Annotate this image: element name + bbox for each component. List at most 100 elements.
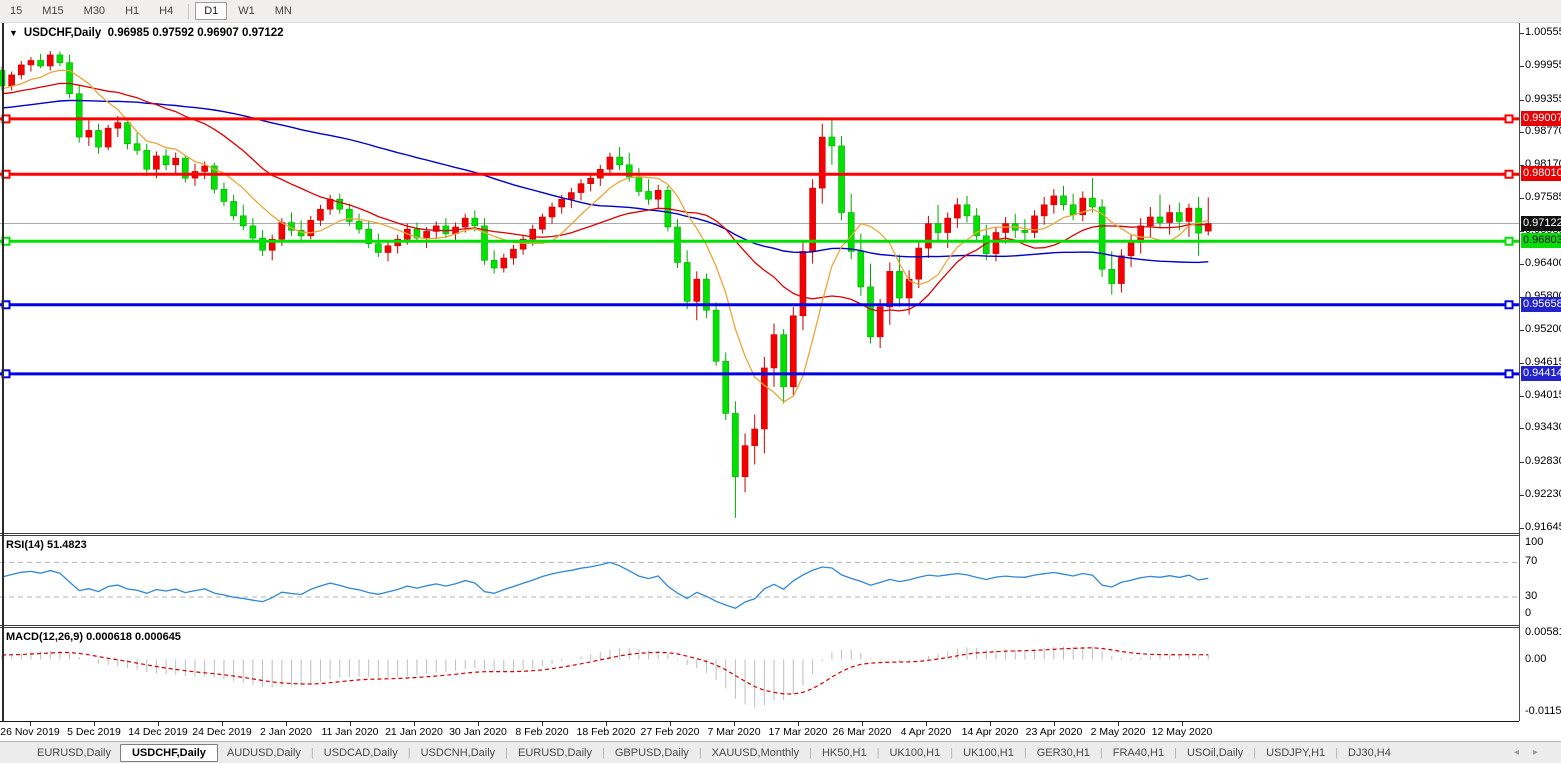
rsi-value: 51.4823 bbox=[46, 539, 87, 551]
macd-pane[interactable] bbox=[0, 628, 1519, 721]
price-tick-mark bbox=[1520, 462, 1524, 463]
price-badge-0.99007: 0.99007 bbox=[1521, 111, 1561, 126]
tab-hk50h1[interactable]: HK50,H1 bbox=[813, 745, 876, 761]
tab-scroll-right-icon[interactable]: ▸ bbox=[1526, 747, 1545, 758]
line-handle[interactable] bbox=[1504, 236, 1514, 246]
timeframe-button-h4[interactable]: H4 bbox=[150, 2, 182, 20]
indicator-axis-label: 70 bbox=[1525, 555, 1538, 567]
line-handle[interactable] bbox=[1504, 369, 1514, 379]
price-tick-label: 0.92830 bbox=[1525, 455, 1561, 467]
indicator-axis-label: 0.00 bbox=[1525, 653, 1547, 665]
price-tick-mark bbox=[1520, 264, 1524, 265]
indicator-axis-label: 0 bbox=[1525, 607, 1532, 619]
date-label: 17 Mar 2020 bbox=[768, 726, 828, 738]
price-tick-mark bbox=[1520, 231, 1524, 232]
price-tick-label: 0.99355 bbox=[1525, 93, 1561, 105]
price-tick-mark bbox=[1520, 198, 1524, 199]
macd-label: MACD(12,26,9) 0.000618 0.000645 bbox=[6, 631, 181, 643]
main-chart-pane[interactable] bbox=[0, 22, 1519, 533]
tab-scroll-nav: ◂ ▸ bbox=[1507, 747, 1561, 758]
line-handle[interactable] bbox=[1504, 169, 1514, 179]
price-badge-0.98010: 0.98010 bbox=[1521, 166, 1561, 181]
indicator-axis-label: 30 bbox=[1525, 590, 1538, 602]
tab-eurusddaily[interactable]: EURUSD,Daily bbox=[509, 745, 601, 761]
tab-usdchfdaily[interactable]: USDCHF,Daily bbox=[119, 743, 218, 762]
timeframe-button-mn[interactable]: MN bbox=[266, 2, 301, 20]
macd-signal-line bbox=[1, 647, 1209, 695]
tab-audusddaily[interactable]: AUDUSD,Daily bbox=[218, 745, 310, 761]
timeframe-toolbar: 15 M15 M30 H1 H4 D1 W1 MN bbox=[0, 0, 1561, 23]
price-tick-label: 0.92230 bbox=[1525, 488, 1561, 500]
tab-xauusdmonthly[interactable]: XAUUSD,Monthly bbox=[703, 745, 808, 761]
tab-uk100h1[interactable]: UK100,H1 bbox=[880, 745, 949, 761]
indicator-axis-label: 100 bbox=[1525, 536, 1544, 548]
date-label: 27 Feb 2020 bbox=[640, 726, 700, 738]
price-tick-mark bbox=[1520, 396, 1524, 397]
tab-uk100h1[interactable]: UK100,H1 bbox=[954, 745, 1023, 761]
toolbar-separator bbox=[188, 3, 190, 19]
date-axis[interactable]: 26 Nov 2019 5 Dec 2019 14 Dec 2019 24 Dec 2… bbox=[0, 721, 1519, 742]
price-tick-mark bbox=[1520, 330, 1524, 331]
date-label: 23 Apr 2020 bbox=[1025, 726, 1083, 738]
line-handle[interactable] bbox=[1504, 300, 1514, 310]
price-tick-mark bbox=[1520, 100, 1524, 101]
date-label: 4 Apr 2020 bbox=[900, 726, 952, 738]
price-tick-label: 0.91645 bbox=[1525, 521, 1561, 533]
price-badge-0.94414: 0.94414 bbox=[1521, 366, 1561, 381]
timeframe-button-15[interactable]: 15 bbox=[1, 2, 31, 20]
ma-slow-line bbox=[1, 99, 1209, 264]
price-tick-label: 0.99955 bbox=[1525, 59, 1561, 71]
tab-usoildaily[interactable]: USOil,Daily bbox=[1178, 745, 1252, 761]
tab-gbpusddaily[interactable]: GBPUSD,Daily bbox=[606, 745, 698, 761]
line-handle[interactable] bbox=[1504, 114, 1514, 124]
date-label: 2 May 2020 bbox=[1090, 726, 1146, 738]
timeframe-button-h1[interactable]: H1 bbox=[116, 2, 148, 20]
timeframe-button-m30[interactable]: M30 bbox=[75, 2, 114, 20]
price-tick-label: 0.94015 bbox=[1525, 389, 1561, 401]
macd-histogram bbox=[1, 646, 1209, 708]
date-label: 14 Dec 2019 bbox=[128, 726, 188, 738]
price-tick-label: 0.97585 bbox=[1525, 191, 1561, 203]
tab-usdcaddaily[interactable]: USDCAD,Daily bbox=[315, 745, 407, 761]
rsi-pane[interactable] bbox=[0, 536, 1519, 625]
timeframe-button-m15[interactable]: M15 bbox=[33, 2, 72, 20]
date-label: 11 Jan 2020 bbox=[321, 726, 379, 738]
price-tick-mark bbox=[1520, 66, 1524, 67]
chart-window[interactable] bbox=[0, 22, 1561, 741]
timeframe-button-w1[interactable]: W1 bbox=[229, 2, 264, 20]
date-label: 2 Jan 2020 bbox=[260, 726, 312, 738]
tab-ger30h1[interactable]: GER30,H1 bbox=[1028, 745, 1099, 761]
price-tick-label: 0.96400 bbox=[1525, 257, 1561, 269]
date-label: 26 Mar 2020 bbox=[832, 726, 892, 738]
date-label: 24 Dec 2019 bbox=[192, 726, 252, 738]
rsi-label: RSI(14) 51.4823 bbox=[6, 539, 87, 551]
tab-dj30h4[interactable]: DJ30,H4 bbox=[1339, 745, 1400, 761]
price-tick-label: 0.98770 bbox=[1525, 125, 1561, 137]
tab-fra40h1[interactable]: FRA40,H1 bbox=[1104, 745, 1173, 761]
tab-scroll-left-icon[interactable]: ◂ bbox=[1507, 747, 1526, 758]
price-tick-mark bbox=[1520, 528, 1524, 529]
ohlc-low: 0.96907 bbox=[197, 27, 239, 39]
price-tick-mark bbox=[1520, 428, 1524, 429]
symbol-collapse-icon[interactable]: ▼ bbox=[9, 28, 18, 38]
tab-eurusddaily[interactable]: EURUSD,Daily bbox=[28, 745, 120, 761]
chart-left-border bbox=[2, 22, 4, 721]
ohlc-high: 0.97592 bbox=[152, 27, 194, 39]
chart-title: ▼ USDCHF,Daily 0.96985 0.97592 0.96907 0.… bbox=[9, 27, 284, 39]
indicator-axis-label: 0.005818 bbox=[1525, 626, 1561, 638]
date-label: 14 Apr 2020 bbox=[961, 726, 1019, 738]
price-tick-mark bbox=[1520, 33, 1524, 34]
macd-value: 0.000618 bbox=[86, 631, 132, 643]
date-label: 18 Feb 2020 bbox=[576, 726, 636, 738]
date-label: 30 Jan 2020 bbox=[449, 726, 507, 738]
price-axis[interactable]: 1.00555 0.99955 0.99355 0.98770 0.98170 0.975… bbox=[1520, 22, 1561, 721]
date-label: 5 Dec 2019 bbox=[67, 726, 121, 738]
rsi-line bbox=[1, 561, 1209, 610]
ohlc-close: 0.97122 bbox=[241, 27, 284, 39]
price-tick-label: 1.00555 bbox=[1525, 26, 1561, 38]
timeframe-button-d1[interactable]: D1 bbox=[195, 2, 228, 20]
date-label: 7 Mar 2020 bbox=[707, 726, 761, 738]
price-badge-0.97122: 0.97122 bbox=[1521, 216, 1561, 231]
tab-usdcnhdaily[interactable]: USDCNH,Daily bbox=[412, 745, 505, 761]
tab-usdjpyh1[interactable]: USDJPY,H1 bbox=[1257, 745, 1334, 761]
